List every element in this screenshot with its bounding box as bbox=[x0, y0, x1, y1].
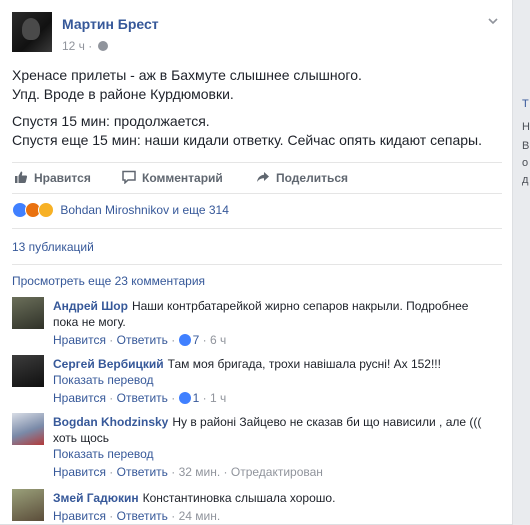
comment-item: Андрей Шор Наши контрбатарейкой жирно сеп… bbox=[12, 297, 502, 349]
comment-text: Сергей Вербицкий Там моя бригада, трохи н… bbox=[53, 356, 493, 372]
commenter-name-link[interactable]: Сергей Вербицкий bbox=[53, 357, 164, 371]
like-label: Нравится bbox=[34, 171, 91, 185]
comment-like-count[interactable]: 1 bbox=[193, 391, 200, 405]
edited-label[interactable]: Отредактирован bbox=[231, 465, 323, 479]
comment-body: Там моя бригада, трохи навішала русні! А… bbox=[167, 357, 441, 371]
comment-meta: Нравится · Ответить · 1 · 1 ч bbox=[53, 391, 227, 405]
comment-reply-link[interactable]: Ответить bbox=[117, 333, 168, 347]
commenter-name-link[interactable]: Змей Гадюкин bbox=[53, 491, 139, 505]
post-line: Спустя 15 мин: продолжается. bbox=[12, 113, 210, 129]
shares-link[interactable]: 13 публикаций bbox=[12, 240, 94, 254]
post-actions: Нравится Комментарий Поделиться bbox=[12, 162, 502, 194]
share-button[interactable]: Поделиться bbox=[256, 170, 348, 185]
divider bbox=[12, 264, 502, 265]
comment-label: Комментарий bbox=[142, 171, 223, 185]
sidebar-fragment: о bbox=[522, 157, 529, 169]
reaction-names-link[interactable]: Bohdan Miroshnikov и еще 314 bbox=[60, 203, 229, 217]
view-more-comments-link[interactable]: Просмотреть еще 23 комментария bbox=[12, 274, 205, 288]
author-avatar[interactable] bbox=[12, 12, 52, 52]
divider bbox=[12, 228, 502, 229]
comment-meta: Нравится · Ответить · 7 · 6 ч bbox=[53, 333, 227, 347]
commenter-avatar[interactable] bbox=[12, 355, 44, 387]
comment-body: Константиновка слышала хорошо. bbox=[142, 491, 336, 505]
reactions-bar[interactable]: Bohdan Miroshnikov и еще 314 bbox=[12, 202, 229, 222]
comment-text: Андрей Шор Наши контрбатарейкой жирно сеп… bbox=[53, 298, 493, 330]
post-text: Спустя 15 мин: продолжается. Спустя еще … bbox=[12, 112, 502, 150]
comment-like-count[interactable]: 7 bbox=[193, 333, 200, 347]
thumbs-up-icon bbox=[14, 170, 28, 184]
post-header: Мартин Брест 12 ч · bbox=[12, 12, 502, 56]
sidebar-fragment: Н bbox=[522, 121, 530, 133]
comment-text: Змей Гадюкин Константиновка слышала хорош… bbox=[53, 490, 493, 506]
comment-text: Bogdan Khodzinsky Ну в районі Зайцево не … bbox=[53, 414, 493, 446]
post-line: Упд. Вроде в районе Курдюмовки. bbox=[12, 86, 234, 102]
comment-time[interactable]: 1 ч bbox=[210, 391, 226, 405]
like-reaction-icon bbox=[178, 334, 191, 346]
comment-like-link[interactable]: Нравится bbox=[53, 509, 106, 523]
comment-like-link[interactable]: Нравится bbox=[53, 391, 106, 405]
post-line: Хренасе прилеты - аж в Бахмуте слышнее с… bbox=[12, 67, 362, 83]
commenter-name-link[interactable]: Bogdan Khodzinsky bbox=[53, 415, 168, 429]
comment-icon bbox=[122, 170, 136, 185]
comment-reply-link[interactable]: Ответить bbox=[117, 391, 168, 405]
show-translation-link[interactable]: Показать перевод bbox=[53, 373, 154, 387]
sidebar-fragment[interactable]: Т bbox=[522, 98, 529, 110]
feed-post: Мартин Брест 12 ч · Хренасе прилеты - аж… bbox=[0, 0, 513, 525]
comment-button[interactable]: Комментарий bbox=[122, 170, 223, 185]
comment-reply-link[interactable]: Ответить bbox=[117, 509, 168, 523]
comment-reply-link[interactable]: Ответить bbox=[117, 465, 168, 479]
comment-item: Сергей Вербицкий Там моя бригада, трохи н… bbox=[12, 355, 502, 407]
like-button[interactable]: Нравится bbox=[14, 170, 91, 185]
commenter-avatar[interactable] bbox=[12, 489, 44, 521]
comment-time[interactable]: 32 мин. bbox=[179, 465, 221, 479]
post-body: Хренасе прилеты - аж в Бахмуте слышнее с… bbox=[12, 66, 502, 158]
commenter-avatar[interactable] bbox=[12, 413, 44, 445]
comment-meta: Нравится · Ответить · 24 мин. bbox=[53, 509, 221, 523]
comment-item: Bogdan Khodzinsky Ну в районі Зайцево не … bbox=[12, 413, 502, 483]
meta-dot: · bbox=[88, 39, 93, 53]
share-arrow-icon bbox=[256, 170, 270, 184]
like-reaction-icon bbox=[178, 392, 191, 404]
comment-meta: Нравится · Ответить · 32 мин. · Отредакт… bbox=[53, 465, 323, 479]
post-text: Хренасе прилеты - аж в Бахмуте слышнее с… bbox=[12, 66, 502, 104]
post-line: Спустя еще 15 мин: наши кидали ответку. … bbox=[12, 132, 482, 148]
comment-time[interactable]: 6 ч bbox=[210, 333, 226, 347]
show-translation-link[interactable]: Показать перевод bbox=[53, 447, 154, 461]
share-label: Поделиться bbox=[276, 171, 349, 185]
comment-time[interactable]: 24 мин. bbox=[179, 509, 221, 523]
author-name-link[interactable]: Мартин Брест bbox=[62, 16, 159, 32]
sidebar-fragment: д bbox=[522, 174, 529, 186]
wow-reaction-icon bbox=[38, 202, 54, 218]
globe-icon bbox=[97, 41, 108, 51]
post-meta: 12 ч · bbox=[62, 39, 108, 53]
comment-like-link[interactable]: Нравится bbox=[53, 333, 106, 347]
right-sidebar-edge: Т Н В о д bbox=[514, 0, 530, 525]
comment-like-link[interactable]: Нравится bbox=[53, 465, 106, 479]
post-time-link[interactable]: 12 ч bbox=[62, 39, 85, 53]
commenter-name-link[interactable]: Андрей Шор bbox=[53, 299, 128, 313]
sidebar-fragment: В bbox=[522, 140, 530, 152]
commenter-avatar[interactable] bbox=[12, 297, 44, 329]
chevron-down-icon[interactable] bbox=[486, 15, 500, 29]
comment-item: Змей Гадюкин Константиновка слышала хорош… bbox=[12, 489, 502, 524]
